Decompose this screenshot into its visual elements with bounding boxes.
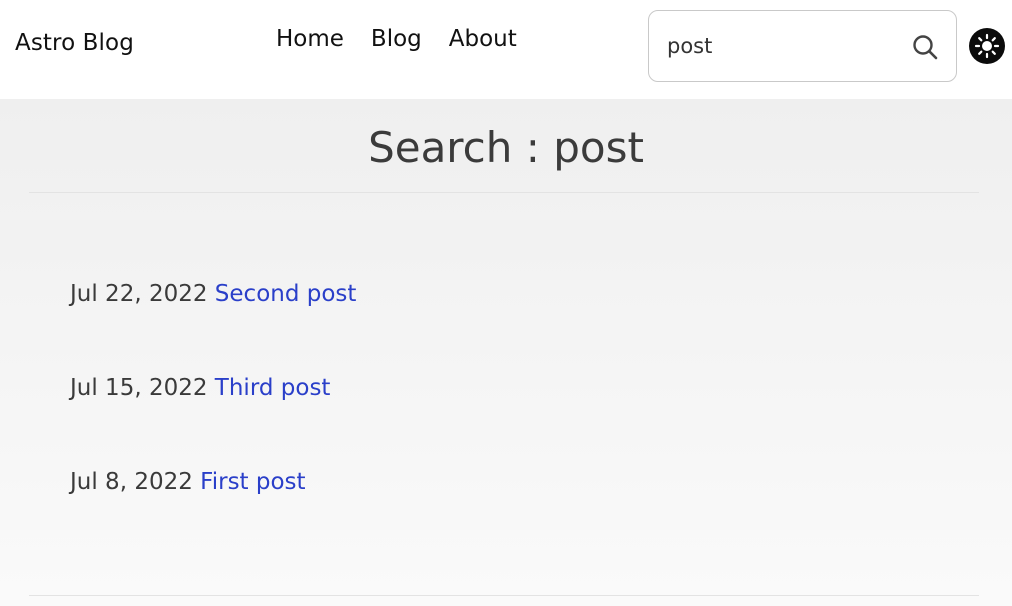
nav-blog-link[interactable]: Blog [371, 26, 422, 52]
post-link[interactable]: Second post [215, 281, 357, 307]
post-date: Jul 15, 2022 [70, 375, 208, 401]
list-item: Jul 15, 2022 Third post [70, 375, 356, 469]
search-input[interactable] [667, 31, 897, 61]
post-link[interactable]: Third post [215, 375, 331, 401]
theme-toggle-button[interactable] [969, 28, 1005, 64]
search-icon [913, 35, 938, 60]
page-title: Search : post [368, 123, 644, 172]
search-box [648, 10, 957, 82]
site-header: Astro Blog Home Blog About [0, 0, 1012, 99]
brand-link[interactable]: Astro Blog [15, 30, 134, 56]
main-content: Search : post Jul 22, 2022 Second post J… [0, 99, 1012, 606]
sun-icon [974, 33, 1000, 59]
post-date: Jul 8, 2022 [70, 469, 193, 495]
post-date: Jul 22, 2022 [70, 281, 208, 307]
title-divider [29, 192, 979, 193]
search-button[interactable] [910, 32, 940, 62]
post-link[interactable]: First post [200, 469, 305, 495]
main-nav: Home Blog About [276, 26, 544, 52]
footer-divider [29, 595, 979, 596]
list-item: Jul 8, 2022 First post [70, 469, 356, 563]
nav-home-link[interactable]: Home [276, 26, 344, 52]
list-item: Jul 22, 2022 Second post [70, 281, 356, 375]
search-results-list: Jul 22, 2022 Second post Jul 15, 2022 Th… [70, 281, 356, 563]
nav-about-link[interactable]: About [449, 26, 517, 52]
